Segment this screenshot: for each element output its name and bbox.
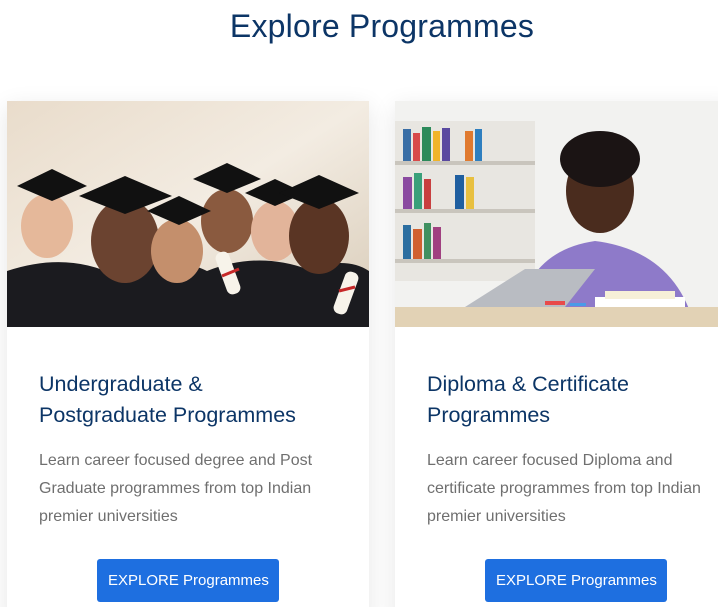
card-title: Undergraduate & Postgraduate Programmes	[39, 369, 339, 431]
card-title-line-1: Undergraduate &	[39, 372, 203, 396]
card-description: Learn career focused degree and Post Gra…	[39, 452, 313, 525]
programme-card-diploma: Diploma & Certificate Programmes Learn c…	[395, 101, 718, 607]
student-photo	[395, 101, 718, 327]
card-title-line-1: Diploma & Certificate	[427, 372, 629, 396]
explore-programmes-button[interactable]: EXPLORE Programmes	[485, 559, 667, 602]
card-title-line-2: Postgraduate Programmes	[39, 403, 296, 427]
card-description: Learn career focused Diploma and certifi…	[427, 452, 701, 525]
graduates-photo	[7, 101, 369, 327]
section-title: Explore Programmes	[229, 8, 535, 44]
card-image-student	[395, 101, 718, 327]
programmes-section: Explore Programmes Undergraduate & Postg…	[0, 0, 718, 607]
card-title: Diploma & Certificate Programmes	[427, 369, 718, 431]
card-image-graduates	[7, 101, 369, 327]
programme-card-undergraduate: Undergraduate & Postgraduate Programmes …	[7, 101, 369, 607]
card-title-line-2: Programmes	[427, 403, 551, 427]
explore-programmes-button[interactable]: EXPLORE Programmes	[97, 559, 279, 602]
